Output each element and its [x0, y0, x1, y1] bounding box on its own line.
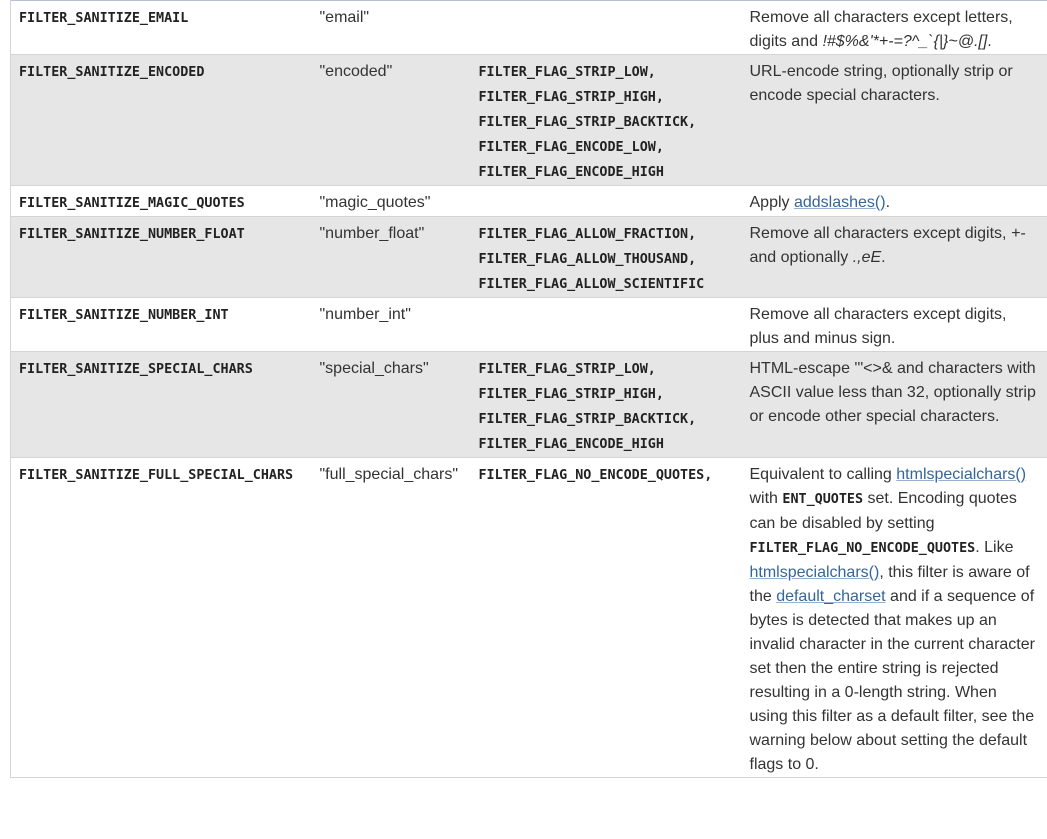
flag-item: FILTER_FLAG_STRIP_BACKTICK, [478, 412, 697, 427]
table-row: FILTER_SANITIZE_NUMBER_FLOAT "number_flo… [10, 216, 1047, 298]
filter-value: "number_int" [319, 306, 411, 323]
description-text: URL-encode string, optionally strip or e… [749, 63, 1013, 104]
filter-value: "number_float" [319, 225, 425, 242]
flag-item: FILTER_FLAG_NO_ENCODE_QUOTES, [478, 468, 713, 483]
filter-id: FILTER_SANITIZE_FULL_SPECIAL_CHARS [19, 468, 294, 483]
filter-value: "email" [319, 9, 370, 26]
flag-item: FILTER_FLAG_STRIP_HIGH, [478, 90, 664, 105]
ent-quotes-constant: ENT_QUOTES [782, 492, 864, 507]
table-row: FILTER_SANITIZE_EMAIL "email" Remove all… [10, 0, 1047, 55]
filter-id: FILTER_SANITIZE_NUMBER_INT [19, 308, 229, 323]
filter-id: FILTER_SANITIZE_MAGIC_QUOTES [19, 196, 245, 211]
filter-description-cell: Remove all characters except letters, di… [741, 0, 1047, 55]
filter-value-cell: "encoded" [311, 54, 471, 186]
filter-description-cell: Apply addslashes(). [741, 185, 1047, 217]
filter-value-cell: "number_float" [311, 216, 471, 298]
description-chars-decimal: .,eE [852, 249, 882, 266]
filter-id-cell: FILTER_SANITIZE_EMAIL [10, 0, 312, 55]
description-middle: and optionally [749, 249, 853, 266]
filter-flags-cell: FILTER_FLAG_NO_ENCODE_QUOTES, [470, 457, 742, 778]
flag-item: FILTER_FLAG_STRIP_HIGH, [478, 387, 664, 402]
filter-id: FILTER_SANITIZE_EMAIL [19, 11, 189, 26]
description-part: with [749, 490, 783, 507]
flag-item: FILTER_FLAG_ALLOW_SCIENTIFIC [478, 277, 705, 292]
filter-flags-cell [470, 0, 742, 55]
filter-value-cell: "magic_quotes" [311, 185, 471, 217]
description-end: . [881, 249, 886, 266]
htmlspecialchars-link[interactable]: htmlspecialchars() [896, 466, 1026, 483]
description-text: Remove all characters except digits, [749, 225, 1011, 242]
filter-id-cell: FILTER_SANITIZE_ENCODED [10, 54, 312, 186]
filter-id-cell: FILTER_SANITIZE_SPECIAL_CHARS [10, 351, 312, 458]
filter-description-cell: Equivalent to calling htmlspecialchars()… [741, 457, 1047, 778]
filter-description-cell: Remove all characters except digits, plu… [741, 297, 1047, 352]
description-end: . [987, 33, 992, 50]
filter-flags-cell: FILTER_FLAG_STRIP_LOW, FILTER_FLAG_STRIP… [470, 54, 742, 186]
table-row: FILTER_SANITIZE_NUMBER_INT "number_int" … [10, 297, 1047, 352]
no-encode-quotes-constant: FILTER_FLAG_NO_ENCODE_QUOTES [749, 541, 976, 556]
table-row: FILTER_SANITIZE_MAGIC_QUOTES "magic_quot… [10, 185, 1047, 217]
filter-value: "special_chars" [319, 360, 429, 377]
filter-description-cell: URL-encode string, optionally strip or e… [741, 54, 1047, 186]
description-text: HTML-escape '"<>& and characters with AS… [749, 360, 1036, 425]
filter-value: "full_special_chars" [319, 466, 459, 483]
default-charset-link[interactable]: default_charset [776, 588, 885, 605]
flag-item: FILTER_FLAG_ENCODE_LOW, [478, 140, 664, 155]
filter-id-cell: FILTER_SANITIZE_MAGIC_QUOTES [10, 185, 312, 217]
filter-flags-cell: FILTER_FLAG_ALLOW_FRACTION, FILTER_FLAG_… [470, 216, 742, 298]
addslashes-link[interactable]: addslashes() [794, 194, 886, 211]
description-text: Remove all characters except digits, plu… [749, 306, 1007, 347]
flag-item: FILTER_FLAG_ALLOW_FRACTION, [478, 227, 697, 242]
filter-description-cell: Remove all characters except digits, +- … [741, 216, 1047, 298]
flag-item: FILTER_FLAG_STRIP_BACKTICK, [478, 115, 697, 130]
flag-item: FILTER_FLAG_ALLOW_THOUSAND, [478, 252, 697, 267]
filter-value-cell: "email" [311, 0, 471, 55]
filter-id: FILTER_SANITIZE_SPECIAL_CHARS [19, 362, 253, 377]
description-before: Apply [749, 194, 794, 211]
description-part: and if a sequence of bytes is detected t… [749, 588, 1035, 773]
filter-value: "encoded" [319, 63, 393, 80]
filter-value-cell: "special_chars" [311, 351, 471, 458]
filter-id-cell: FILTER_SANITIZE_FULL_SPECIAL_CHARS [10, 457, 312, 778]
flag-item: FILTER_FLAG_STRIP_LOW, [478, 362, 656, 377]
table-row: FILTER_SANITIZE_ENCODED "encoded" FILTER… [10, 54, 1047, 186]
table-row: FILTER_SANITIZE_FULL_SPECIAL_CHARS "full… [10, 457, 1047, 778]
filter-id: FILTER_SANITIZE_ENCODED [19, 65, 205, 80]
filter-flags-cell: FILTER_FLAG_STRIP_LOW, FILTER_FLAG_STRIP… [470, 351, 742, 458]
filter-flags-cell [470, 185, 742, 217]
filter-id: FILTER_SANITIZE_NUMBER_FLOAT [19, 227, 245, 242]
filter-value-cell: "full_special_chars" [311, 457, 471, 778]
htmlspecialchars-link[interactable]: htmlspecialchars() [750, 564, 880, 581]
sanitize-filters-table: FILTER_SANITIZE_EMAIL "email" Remove all… [10, 0, 1047, 778]
filter-id-cell: FILTER_SANITIZE_NUMBER_INT [10, 297, 312, 352]
description-part: . Like [975, 539, 1014, 556]
filter-flags-cell [470, 297, 742, 352]
filter-id-cell: FILTER_SANITIZE_NUMBER_FLOAT [10, 216, 312, 298]
flag-item: FILTER_FLAG_ENCODE_HIGH [478, 165, 664, 180]
description-chars-sign: +- [1010, 225, 1026, 242]
filter-value-cell: "number_int" [311, 297, 471, 352]
description-part: Equivalent to calling [749, 466, 897, 483]
description-chars: !#$%&'*+-=?^_`{|}~@.[] [822, 33, 988, 50]
description-after: . [885, 194, 891, 211]
filter-description-cell: HTML-escape '"<>& and characters with AS… [741, 351, 1047, 458]
table-row: FILTER_SANITIZE_SPECIAL_CHARS "special_c… [10, 351, 1047, 458]
flag-item: FILTER_FLAG_ENCODE_HIGH [478, 437, 664, 452]
flag-item: FILTER_FLAG_STRIP_LOW, [478, 65, 656, 80]
filter-value: "magic_quotes" [319, 194, 431, 211]
